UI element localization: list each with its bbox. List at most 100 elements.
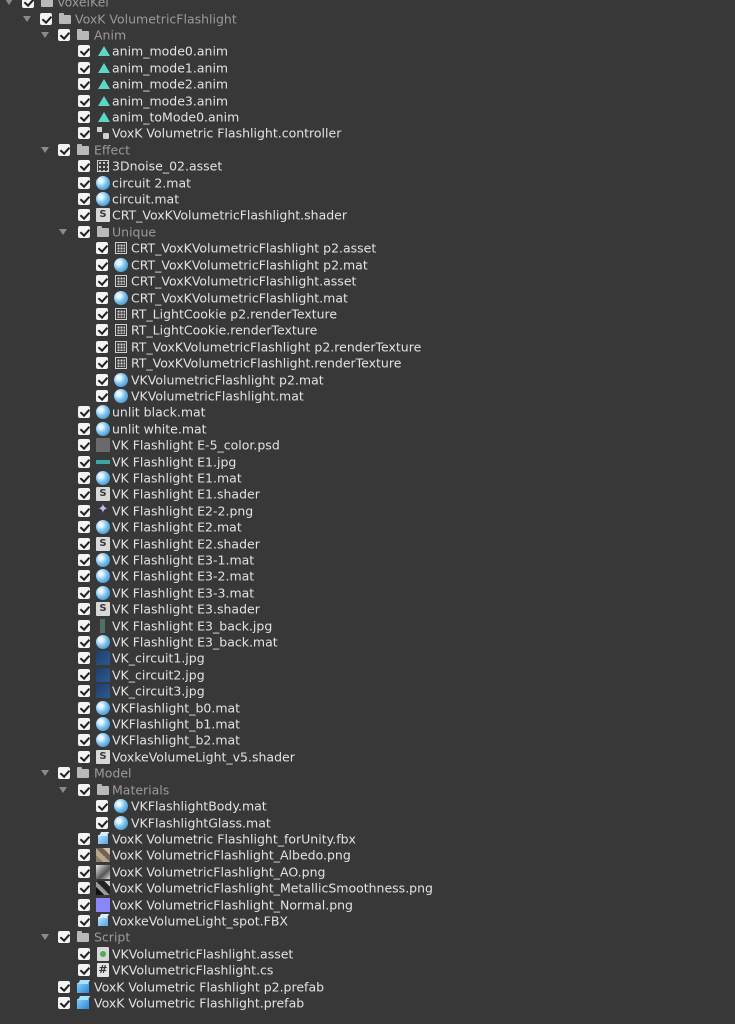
tree-file-row[interactable]: CRT_VoxKVolumetricFlashlight.mat	[0, 289, 735, 305]
tree-file-row[interactable]: VK Flashlight E3.shader	[0, 601, 735, 617]
include-checkbox[interactable]	[78, 586, 90, 599]
include-checkbox[interactable]	[78, 504, 90, 517]
tree-file-row[interactable]: VK Flashlight E3-3.mat	[0, 585, 735, 601]
include-checkbox[interactable]	[96, 340, 108, 353]
tree-file-row[interactable]: VoxK Volumetric Flashlight_forUnity.fbx	[0, 831, 735, 847]
include-checkbox[interactable]	[78, 406, 90, 419]
expand-arrow-icon[interactable]	[40, 145, 50, 155]
include-checkbox[interactable]	[78, 636, 90, 649]
tree-file-row[interactable]: CRT_VoxKVolumetricFlashlight p2.asset	[0, 240, 735, 256]
include-checkbox[interactable]	[78, 94, 90, 107]
tree-file-row[interactable]: unlit black.mat	[0, 404, 735, 420]
expand-arrow-icon[interactable]	[4, 0, 14, 7]
tree-file-row[interactable]: circuit 2.mat	[0, 174, 735, 190]
include-checkbox[interactable]	[78, 914, 90, 927]
tree-file-row[interactable]: VK Flashlight E3_back.jpg	[0, 617, 735, 633]
tree-file-row[interactable]: RT_VoxKVolumetricFlashlight p2.renderTex…	[0, 339, 735, 355]
tree-file-row[interactable]: anim_mode1.anim	[0, 60, 735, 76]
tree-file-row[interactable]: VoxkeVolumeLight_spot.FBX	[0, 913, 735, 929]
tree-file-row[interactable]: VoxK Volumetric Flashlight.prefab	[0, 995, 735, 1011]
include-checkbox[interactable]	[78, 471, 90, 484]
include-checkbox[interactable]	[78, 734, 90, 747]
tree-file-row[interactable]: unlit white.mat	[0, 421, 735, 437]
tree-file-row[interactable]: VK Flashlight E3_back.mat	[0, 634, 735, 650]
include-checkbox[interactable]	[78, 554, 90, 567]
include-checkbox[interactable]	[78, 750, 90, 763]
include-checkbox[interactable]	[78, 701, 90, 714]
tree-file-row[interactable]: VK_circuit3.jpg	[0, 683, 735, 699]
tree-folder-row[interactable]: Materials	[0, 782, 735, 798]
include-checkbox[interactable]	[78, 832, 90, 845]
include-checkbox[interactable]	[78, 176, 90, 189]
include-checkbox[interactable]	[96, 258, 108, 271]
tree-file-row[interactable]: VoxK VolumetricFlashlight_AO.png	[0, 864, 735, 880]
tree-file-row[interactable]: CRT_VoxKVolumetricFlashlight p2.mat	[0, 257, 735, 273]
tree-file-row[interactable]: VKVolumetricFlashlight p2.mat	[0, 371, 735, 387]
tree-folder-row[interactable]: Model	[0, 765, 735, 781]
expand-arrow-icon[interactable]	[58, 785, 68, 795]
tree-file-row[interactable]: VoxK Volumetric Flashlight p2.prefab	[0, 978, 735, 994]
include-checkbox[interactable]	[78, 964, 90, 977]
tree-file-row[interactable]: VKVolumetricFlashlight.mat	[0, 388, 735, 404]
include-checkbox[interactable]	[78, 882, 90, 895]
include-checkbox[interactable]	[78, 488, 90, 501]
tree-file-row[interactable]: VK_circuit2.jpg	[0, 667, 735, 683]
tree-file-row[interactable]: RT_LightCookie.renderTexture	[0, 322, 735, 338]
include-checkbox[interactable]	[96, 275, 108, 288]
include-checkbox[interactable]	[78, 45, 90, 58]
include-checkbox[interactable]	[78, 619, 90, 632]
tree-file-row[interactable]: VoxK VolumetricFlashlight_Normal.png	[0, 896, 735, 912]
include-checkbox[interactable]	[58, 980, 70, 993]
tree-file-row[interactable]: VoxkeVolumeLight_v5.shader	[0, 749, 735, 765]
include-checkbox[interactable]	[96, 324, 108, 337]
tree-folder-row[interactable]: Script	[0, 929, 735, 945]
include-checkbox[interactable]	[78, 603, 90, 616]
tree-file-row[interactable]: VK Flashlight E3-1.mat	[0, 552, 735, 568]
tree-file-row[interactable]: VK Flashlight E1.jpg	[0, 453, 735, 469]
tree-folder-row[interactable]: Unique	[0, 224, 735, 240]
include-checkbox[interactable]	[78, 193, 90, 206]
expand-arrow-icon[interactable]	[58, 227, 68, 237]
tree-file-row[interactable]: VK Flashlight E2.shader	[0, 535, 735, 551]
tree-file-row[interactable]: anim_mode3.anim	[0, 92, 735, 108]
include-checkbox[interactable]	[78, 225, 90, 238]
tree-file-row[interactable]: VK Flashlight E1.mat	[0, 470, 735, 486]
include-checkbox[interactable]	[78, 111, 90, 124]
tree-file-row[interactable]: anim_toMode0.anim	[0, 109, 735, 125]
tree-file-row[interactable]: VoxK VolumetricFlashlight_MetallicSmooth…	[0, 880, 735, 896]
include-checkbox[interactable]	[58, 767, 70, 780]
include-checkbox[interactable]	[96, 373, 108, 386]
tree-file-row[interactable]: VK_circuit1.jpg	[0, 650, 735, 666]
tree-folder-row[interactable]: VoxelKei	[0, 0, 735, 10]
include-checkbox[interactable]	[96, 291, 108, 304]
tree-file-row[interactable]: VKVolumetricFlashlight.cs	[0, 962, 735, 978]
include-checkbox[interactable]	[78, 668, 90, 681]
include-checkbox[interactable]	[78, 521, 90, 534]
include-checkbox[interactable]	[58, 143, 70, 156]
include-checkbox[interactable]	[78, 718, 90, 731]
include-checkbox[interactable]	[78, 685, 90, 698]
include-checkbox[interactable]	[96, 357, 108, 370]
include-checkbox[interactable]	[78, 652, 90, 665]
include-checkbox[interactable]	[78, 570, 90, 583]
include-checkbox[interactable]	[78, 160, 90, 173]
tree-file-row[interactable]: circuit.mat	[0, 191, 735, 207]
tree-file-row[interactable]: 3Dnoise_02.asset	[0, 158, 735, 174]
tree-folder-row[interactable]: Effect	[0, 142, 735, 158]
include-checkbox[interactable]	[40, 12, 52, 25]
tree-file-row[interactable]: CRT_VoxKVolumetricFlashlight.asset	[0, 273, 735, 289]
include-checkbox[interactable]	[78, 849, 90, 862]
tree-file-row[interactable]: VKVolumetricFlashlight.asset	[0, 946, 735, 962]
tree-file-row[interactable]: VKFlashlightBody.mat	[0, 798, 735, 814]
tree-file-row[interactable]: anim_mode2.anim	[0, 76, 735, 92]
include-checkbox[interactable]	[78, 439, 90, 452]
tree-file-row[interactable]: VKFlashlight_b0.mat	[0, 699, 735, 715]
include-checkbox[interactable]	[58, 996, 70, 1009]
tree-folder-row[interactable]: VoxK VolumetricFlashlight	[0, 10, 735, 26]
expand-arrow-icon[interactable]	[40, 932, 50, 942]
include-checkbox[interactable]	[96, 307, 108, 320]
tree-file-row[interactable]: CRT_VoxKVolumetricFlashlight.shader	[0, 207, 735, 223]
include-checkbox[interactable]	[78, 61, 90, 74]
tree-file-row[interactable]: VoxK Volumetric Flashlight.controller	[0, 125, 735, 141]
include-checkbox[interactable]	[22, 0, 34, 9]
